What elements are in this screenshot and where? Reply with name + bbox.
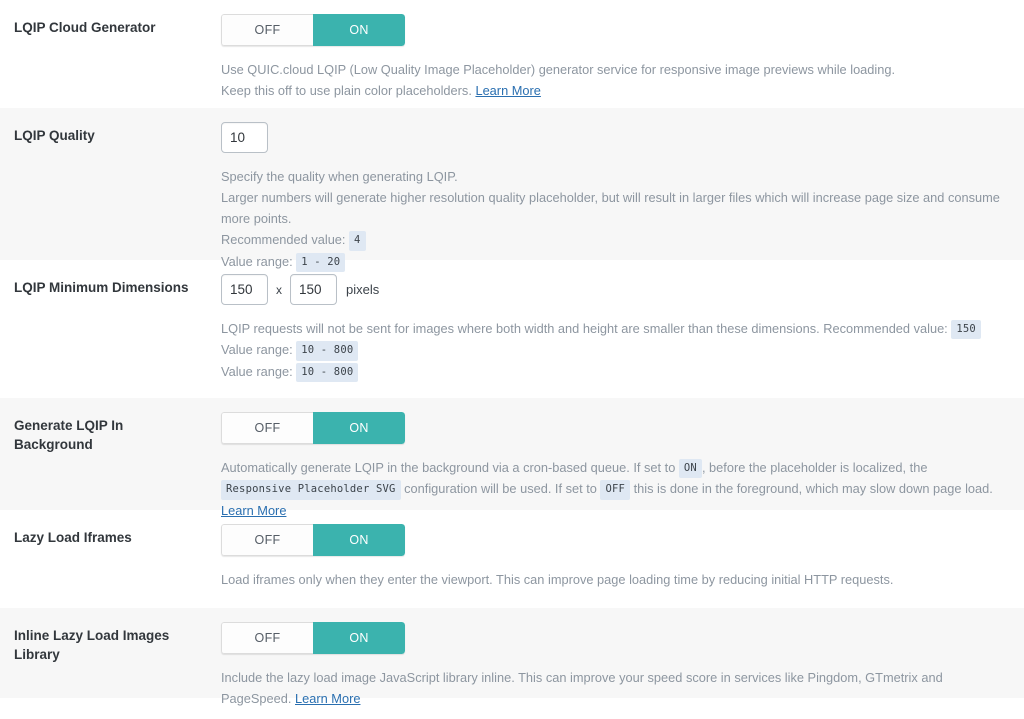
setting-label: LQIP Quality xyxy=(14,128,95,143)
description-line: Recommended value: 4 xyxy=(221,229,1012,251)
setting-description: Use QUIC.cloud LQIP (Low Quality Image P… xyxy=(221,59,1012,101)
description-line: LQIP requests will not be sent for image… xyxy=(221,318,1012,340)
description-text: LQIP requests will not be sent for image… xyxy=(221,321,952,336)
setting-row-lqip-minimum-dimensions: LQIP Minimum Dimensions 150 x 150 pixels… xyxy=(0,260,1024,398)
toggle-lqip-cloud-generator[interactable]: OFF ON xyxy=(221,14,405,46)
value-range-badge-width: 10 - 800 xyxy=(296,341,359,361)
description-text: Automatically generate LQIP in the backg… xyxy=(221,460,679,475)
responsive-placeholder-svg-badge: Responsive Placeholder SVG xyxy=(221,480,401,500)
toggle-off-button[interactable]: OFF xyxy=(221,14,313,46)
setting-description: Load iframes only when they enter the vi… xyxy=(221,569,1012,590)
code-on-badge: ON xyxy=(678,459,702,479)
learn-more-link[interactable]: Learn More xyxy=(475,83,540,98)
description-text: Keep this off to use plain color placeho… xyxy=(221,83,476,99)
description-text: , before the placeholder is localized, t… xyxy=(701,460,928,475)
toggle-on-button[interactable]: ON xyxy=(313,14,405,46)
toggle-inline-lazy-load-images-library[interactable]: OFF ON xyxy=(221,622,405,654)
setting-label: LQIP Cloud Generator xyxy=(14,20,156,35)
setting-description: Specify the quality when generating LQIP… xyxy=(221,166,1012,272)
setting-row-lqip-cloud-generator: LQIP Cloud Generator OFF ON Use QUIC.clo… xyxy=(0,0,1024,108)
setting-label: Generate LQIP In Background xyxy=(14,418,124,452)
description-text: Recommended value: xyxy=(221,232,350,248)
description-line: Value range: 10 - 800 xyxy=(221,361,1012,382)
toggle-lazy-load-iframes[interactable]: OFF ON xyxy=(221,524,405,556)
recommended-value-badge: 4 xyxy=(349,231,366,251)
dimensions-group: 150 x 150 pixels xyxy=(221,270,1012,305)
toggle-generate-lqip-in-background[interactable]: OFF ON xyxy=(221,412,405,444)
description-text: configuration will be used. If set to xyxy=(404,481,601,497)
setting-row-generate-lqip-in-background: Generate LQIP In Background OFF ON Autom… xyxy=(0,398,1024,518)
learn-more-link[interactable]: Learn More xyxy=(295,691,360,706)
setting-description: Include the lazy load image JavaScript l… xyxy=(221,667,1012,709)
setting-row-lazy-load-iframes: Lazy Load Iframes OFF ON Load iframes on… xyxy=(0,510,1024,608)
description-line: Use QUIC.cloud LQIP (Low Quality Image P… xyxy=(221,62,896,77)
toggle-on-button[interactable]: ON xyxy=(313,622,405,654)
dimension-unit-label: pixels xyxy=(346,282,380,297)
description-line: Include the lazy load image JavaScript l… xyxy=(221,667,1012,709)
setting-row-inline-lazy-load-images-library: Inline Lazy Load Images Library OFF ON I… xyxy=(0,608,1024,706)
description-text: this is done in the foreground, which ma… xyxy=(630,481,993,497)
setting-control: OFF ON Load iframes only when they enter… xyxy=(207,510,1024,600)
setting-control: OFF ON Use QUIC.cloud LQIP (Low Quality … xyxy=(207,0,1024,111)
setting-control: OFF ON Include the lazy load image JavaS… xyxy=(207,608,1024,719)
setting-control: 150 x 150 pixels LQIP requests will not … xyxy=(207,260,1024,392)
toggle-on-button[interactable]: ON xyxy=(313,412,405,444)
description-line: Load iframes only when they enter the vi… xyxy=(221,572,894,587)
setting-row-lqip-quality: LQIP Quality 10 Specify the quality when… xyxy=(0,108,1024,272)
lqip-min-width-input[interactable]: 150 xyxy=(221,274,268,305)
description-line: Larger numbers will generate higher reso… xyxy=(221,190,1000,227)
code-off-badge: OFF xyxy=(600,480,631,500)
setting-description: LQIP requests will not be sent for image… xyxy=(221,318,1012,382)
description-text: Value range: xyxy=(221,342,297,358)
description-text: Value range: xyxy=(221,363,297,379)
setting-label: Lazy Load Iframes xyxy=(14,530,132,545)
lqip-min-height-input[interactable]: 150 xyxy=(290,274,337,305)
lqip-quality-input[interactable]: 10 xyxy=(221,122,268,153)
setting-label: LQIP Minimum Dimensions xyxy=(14,280,189,295)
description-line: Keep this off to use plain color placeho… xyxy=(221,80,1012,101)
setting-label: Inline Lazy Load Images Library xyxy=(14,628,170,662)
toggle-on-button[interactable]: ON xyxy=(313,524,405,556)
toggle-off-button[interactable]: OFF xyxy=(221,622,313,654)
recommended-value-badge: 150 xyxy=(951,320,981,340)
toggle-off-button[interactable]: OFF xyxy=(221,412,313,444)
setting-control: 10 Specify the quality when generating L… xyxy=(207,108,1024,282)
description-line: Value range: 10 - 800 xyxy=(221,339,1012,361)
dimension-separator: x xyxy=(276,282,282,297)
value-range-badge-height: 10 - 800 xyxy=(296,362,359,382)
description-line: Specify the quality when generating LQIP… xyxy=(221,169,458,184)
toggle-off-button[interactable]: OFF xyxy=(221,524,313,556)
